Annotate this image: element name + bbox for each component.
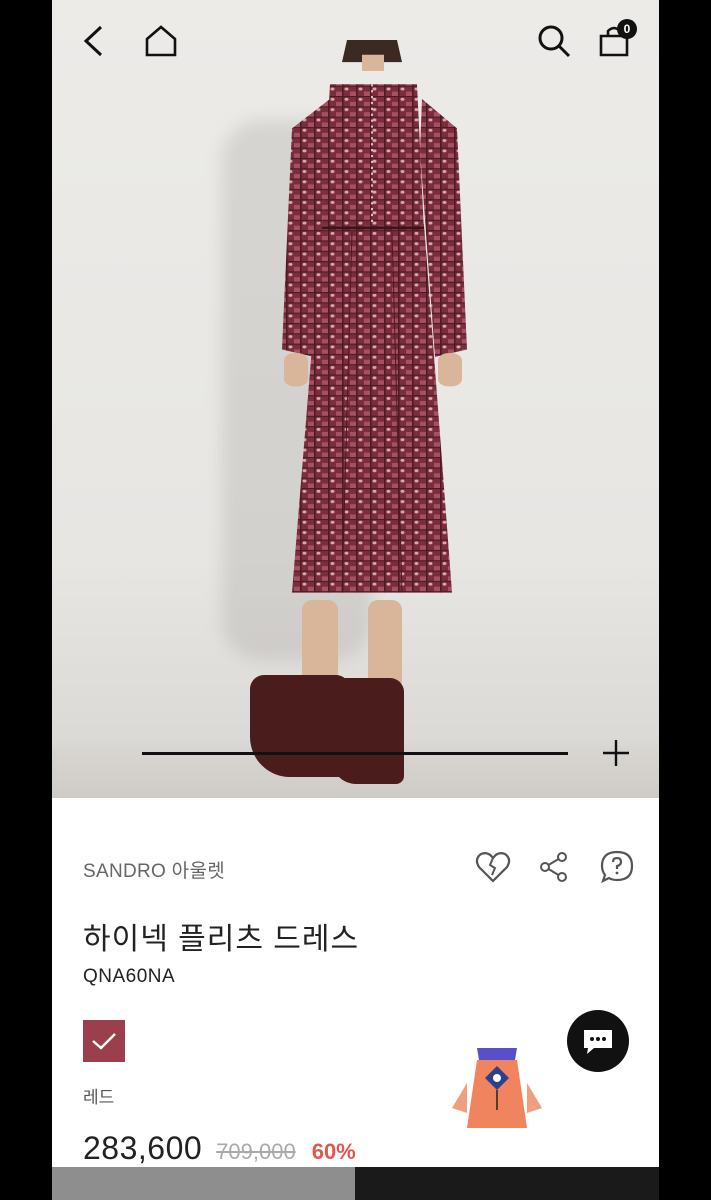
discount-rate: 60% [311, 1139, 356, 1164]
share-icon [540, 852, 567, 882]
price-row: 283,600 709,000 60% [83, 1130, 356, 1170]
product-code: QNA60NA [83, 966, 176, 987]
product-screen: 0 SANDRO 아울렛 하이넥 플리츠 드레스 QNA60NA 레드 283,… [52, 0, 659, 1200]
check-icon [92, 1033, 116, 1050]
cart-button[interactable]: 0 [595, 19, 637, 60]
inquiry-button[interactable] [596, 846, 638, 888]
wishlist-button[interactable] [472, 846, 514, 888]
cart-count-badge: 0 [617, 19, 637, 39]
share-button[interactable] [533, 846, 575, 888]
product-image[interactable]: 0 [52, 0, 659, 798]
model-dress-image [282, 40, 467, 593]
question-bubble-icon [600, 850, 634, 884]
search-button[interactable] [535, 22, 573, 60]
zoom-button[interactable] [601, 738, 631, 768]
boot-right [332, 678, 404, 784]
bottom-action-bar [52, 1167, 659, 1200]
top-navigation: 0 [52, 0, 659, 82]
selected-color-label: 레드 [83, 1088, 115, 1107]
left-action-button[interactable] [52, 1167, 355, 1200]
lucky-bag-promo-icon[interactable] [447, 1038, 547, 1140]
product-actions [472, 846, 642, 888]
image-slider-track[interactable] [142, 752, 568, 755]
buy-now-button[interactable] [355, 1167, 659, 1200]
original-price: 709,000 [216, 1139, 296, 1164]
plus-icon [603, 740, 629, 766]
home-icon [145, 25, 177, 57]
back-button[interactable] [74, 22, 112, 60]
home-button[interactable] [142, 22, 180, 60]
chat-button[interactable] [567, 1010, 629, 1072]
sale-price: 283,600 [83, 1130, 203, 1166]
brand-label[interactable]: SANDRO 아울렛 [83, 856, 225, 883]
model-legs [368, 600, 402, 690]
search-icon [538, 25, 571, 58]
chat-bubble-icon [584, 1030, 612, 1054]
product-title: 하이넥 플리츠 드레스 [83, 923, 360, 956]
chevron-left-icon [83, 25, 103, 57]
broken-heart-icon [475, 852, 511, 883]
color-swatch-red[interactable] [83, 1020, 125, 1062]
